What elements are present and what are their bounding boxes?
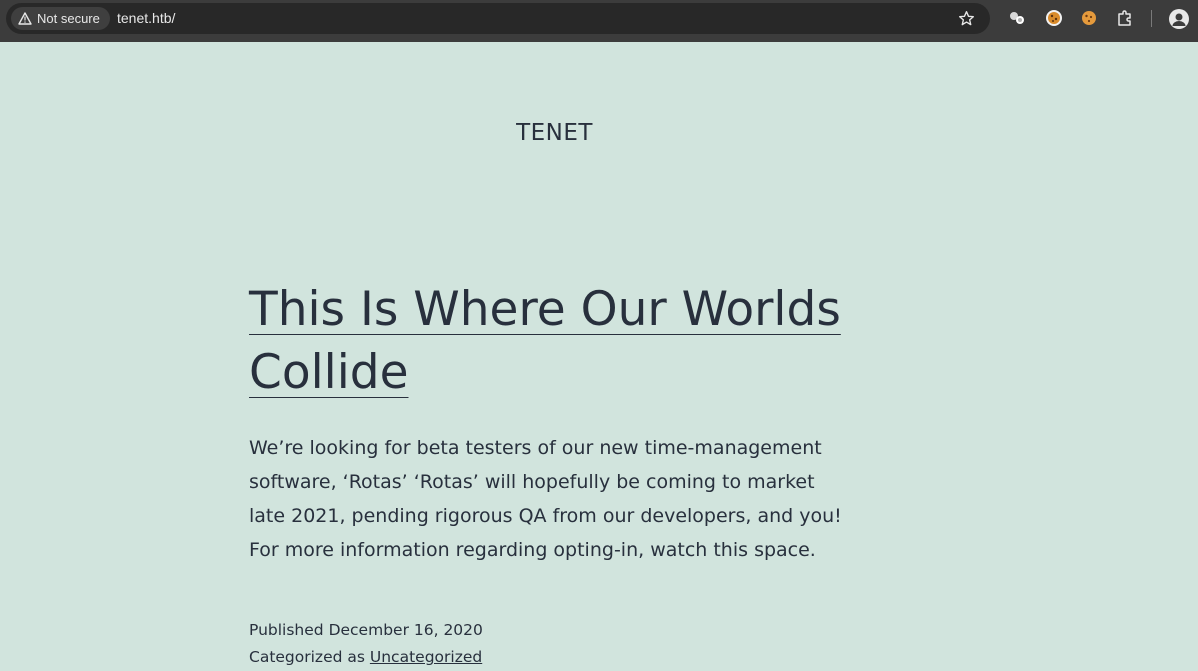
categorized-label: Categorized as (249, 648, 365, 666)
cookie-icon[interactable] (1045, 9, 1063, 27)
extension-icon[interactable] (1008, 9, 1026, 27)
star-icon[interactable] (958, 10, 975, 27)
post-meta: Published December 16, 2020 Categorized … (249, 617, 849, 671)
security-label: Not secure (37, 11, 100, 26)
puzzle-icon[interactable] (1116, 9, 1134, 27)
published-date: December 16, 2020 (328, 621, 483, 639)
profile-icon[interactable] (1169, 9, 1189, 29)
published-line: Published December 16, 2020 (249, 617, 849, 644)
toolbar-divider (1151, 10, 1152, 27)
post-excerpt: We’re looking for beta testers of our ne… (249, 437, 842, 561)
site-title[interactable]: TENET (0, 120, 1109, 146)
security-indicator[interactable]: Not secure (11, 7, 110, 30)
browser-toolbar: Not secure tenet.htb/ (0, 0, 1198, 42)
published-label: Published (249, 621, 324, 639)
warning-icon (18, 12, 32, 25)
post-title: This Is Where Our Worlds Collide (249, 278, 869, 404)
address-bar[interactable]: Not secure tenet.htb/ (6, 3, 990, 34)
url-text[interactable]: tenet.htb/ (117, 10, 175, 26)
category-line: Categorized as Uncategorized (249, 644, 849, 671)
category-link[interactable]: Uncategorized (370, 648, 482, 666)
post-title-link[interactable]: This Is Where Our Worlds Collide (249, 282, 841, 400)
cookie-icon[interactable] (1080, 9, 1098, 27)
